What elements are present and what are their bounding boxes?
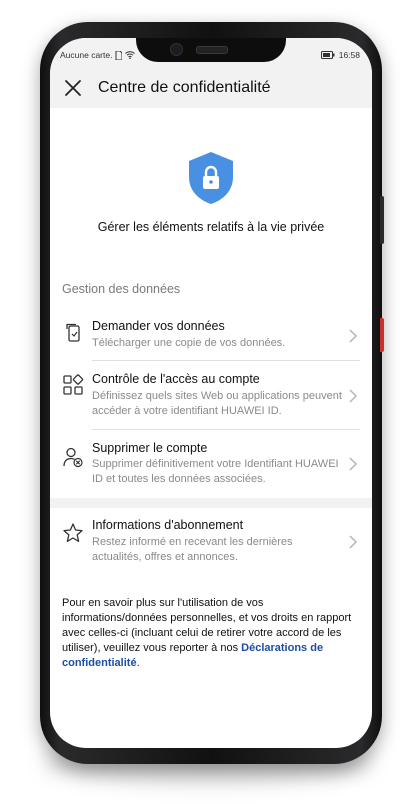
item-subtitle: Définissez quels sites Web ou applicatio… [92,390,342,417]
camera [170,43,183,56]
item-title: Demander vos données [92,319,225,333]
request-data-item[interactable]: Demander vos données Télécharger une cop… [50,314,372,360]
item-title: Informations d'abonnement [92,518,244,532]
privacy-footer: Pour en savoir plus sur l'utilisation de… [62,596,362,671]
page-title: Centre de confidentialité [98,79,271,96]
user-delete-icon [63,447,83,468]
apps-grid-icon [63,374,84,395]
phone-copy-icon [66,323,80,342]
close-icon[interactable] [62,77,84,99]
item-subtitle: Supprimer définitivement votre Identifia… [92,458,339,485]
carrier-text: Aucune carte. [60,50,113,60]
item-subtitle: Télécharger une copie de vos données. [92,337,286,349]
chevron-right-icon [349,389,358,403]
sim-icon [115,50,123,60]
account-access-item[interactable]: Contrôle de l'accès au compte Définissez… [50,366,372,428]
volume-key [380,196,384,244]
clock: 16:58 [338,50,360,60]
item-subtitle: Restez informé en recevant les dernières… [92,536,293,563]
chevron-right-icon [349,457,358,471]
notch [136,38,286,62]
status-right: 16:58 [320,50,360,60]
shield-lock-icon [189,152,233,204]
battery-icon [320,51,335,59]
earpiece-speaker [196,46,228,54]
phone-screen: Aucune carte. 16:58 Centre de confidenti… [50,38,372,748]
delete-account-item[interactable]: Supprimer le compte Supprimer définitive… [50,436,372,494]
wifi-icon [125,51,136,59]
divider [92,360,360,361]
section-separator [50,498,372,508]
chevron-right-icon [349,535,358,549]
chevron-right-icon [349,329,358,343]
section-heading: Gestion des données [62,282,181,296]
divider [92,429,360,430]
subscription-item[interactable]: Informations d'abonnement Restez informé… [50,512,372,574]
star-icon [63,523,83,542]
status-left: Aucune carte. [60,50,136,60]
app-bar: Centre de confidentialité [50,68,372,108]
item-title: Supprimer le compte [92,441,208,455]
hero-text: Gérer les éléments relatifs à la vie pri… [97,220,325,234]
power-key [380,318,384,352]
item-title: Contrôle de l'accès au compte [92,372,260,386]
footer-end: . [136,657,140,669]
